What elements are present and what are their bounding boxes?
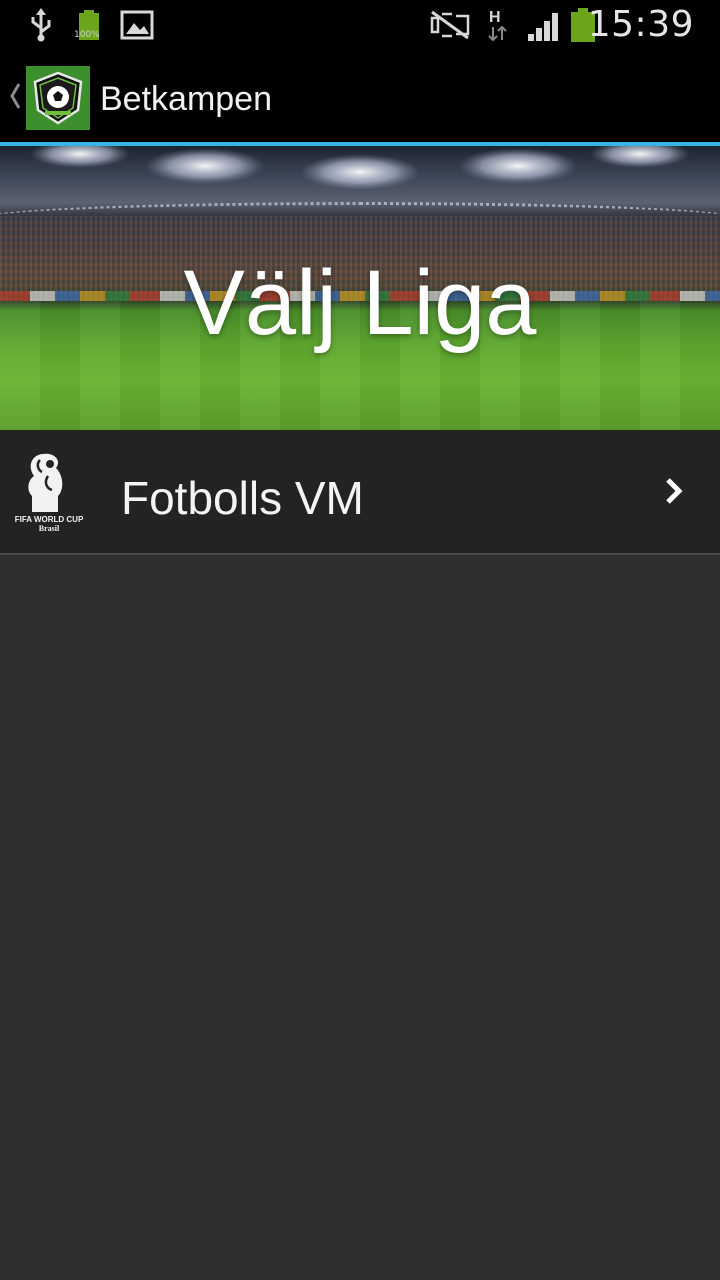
logo-text: FIFA WORLD CUP (15, 515, 84, 524)
usb-icon (28, 0, 54, 50)
network-h-icon: H (486, 0, 510, 50)
app-logo-icon[interactable] (26, 66, 90, 130)
chevron-right-icon (662, 476, 686, 506)
world-cup-logo-icon: FIFA WORLD CUP Brasil (6, 450, 92, 536)
mute-icon (428, 0, 472, 50)
app-title: Betkampen (100, 80, 272, 118)
clock: 15:39 (587, 4, 694, 45)
svg-text:H: H (489, 9, 501, 26)
list-item-label: Fotbolls VM (121, 472, 364, 524)
gallery-icon (120, 0, 154, 50)
signal-icon (526, 0, 564, 50)
hero-banner: Välj Liga (0, 146, 720, 430)
action-bar: Betkampen (0, 50, 720, 146)
league-list: FIFA WORLD CUP Brasil Fotbolls VM (0, 430, 720, 555)
status-bar: 100% H 15:39 (0, 0, 720, 50)
back-chevron-icon[interactable] (6, 74, 24, 118)
list-item-fotbolls-vm[interactable]: FIFA WORLD CUP Brasil Fotbolls VM (0, 430, 720, 555)
battery-full-icon (78, 0, 100, 50)
battery-percent-label: 100% (74, 30, 100, 40)
page-title: Välj Liga (183, 251, 537, 354)
logo-subtext: Brasil (39, 524, 60, 533)
